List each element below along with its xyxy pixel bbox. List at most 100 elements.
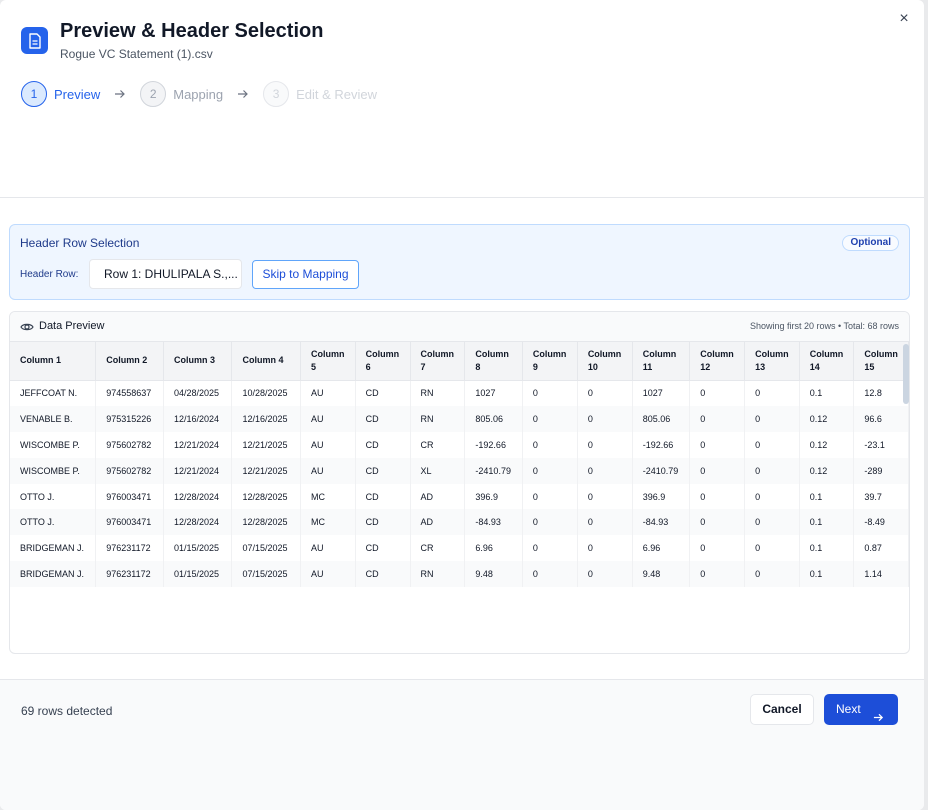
table-cell: OTTO J. — [10, 483, 97, 510]
table-cell: 0 — [522, 457, 578, 484]
header-row-select[interactable]: Row 1: DHULIPALA S.,... — [89, 259, 242, 289]
table-cell: AU — [300, 561, 356, 588]
table-cell: 396.9 — [464, 483, 523, 510]
column-header[interactable]: Column 6 — [355, 342, 411, 381]
table-cell: -2410.79 — [632, 457, 691, 484]
data-preview-title: Data Preview — [39, 320, 105, 332]
column-header[interactable]: Column 14 — [799, 342, 855, 381]
table-cell: 0 — [577, 535, 633, 562]
optional-badge: Optional — [842, 235, 899, 251]
table-cell: 0 — [522, 561, 578, 588]
table-cell: CD — [355, 431, 411, 458]
column-header[interactable]: Column 15 — [853, 342, 909, 381]
table-row[interactable]: BRIDGEMAN J. 976231172 01/15/2025 07/15/202… — [10, 561, 909, 588]
table-cell: 12/21/2025 — [231, 457, 301, 484]
table-cell: -84.93 — [632, 509, 691, 536]
table-cell: RN — [410, 405, 466, 432]
table-row[interactable]: WISCOMBE P. 975602782 12/21/2024 12/21/2025… — [10, 457, 909, 484]
arrow-right-icon — [873, 704, 884, 722]
table-body: JEFFCOAT N. 974558637 04/28/2025 10/28/2025… — [10, 380, 909, 588]
table-cell: XL — [410, 457, 466, 484]
step-1-label[interactable]: Preview — [54, 87, 100, 102]
arrow-right-icon — [237, 88, 249, 100]
table-cell: CD — [355, 561, 411, 588]
table-cell: 0 — [577, 405, 633, 432]
table-cell: 0 — [744, 509, 800, 536]
table-cell: 976003471 — [95, 509, 164, 536]
table-cell: 0 — [522, 431, 578, 458]
table-cell: 6.96 — [632, 535, 691, 562]
table-cell: WISCOMBE P. — [10, 431, 97, 458]
table-cell: 0 — [689, 535, 746, 562]
table-cell: 975602782 — [95, 457, 164, 484]
step-3-number[interactable]: 3 — [263, 81, 290, 107]
table-row[interactable]: OTTO J. 976003471 12/28/2024 12/28/2025 MC CD… — [10, 483, 909, 510]
header-row-selection-panel: Header Row Selection Optional Header Row… — [9, 224, 910, 300]
step-2-label[interactable]: Mapping — [173, 87, 223, 102]
close-icon[interactable]: × — [896, 11, 912, 27]
eye-icon — [20, 320, 34, 334]
table-cell: 1.14 — [853, 561, 909, 588]
table-row[interactable]: JEFFCOAT N. 974558637 04/28/2025 10/28/2025… — [10, 380, 909, 406]
horizontal-scrollbar[interactable] — [903, 344, 909, 404]
table-cell: 0 — [744, 561, 800, 588]
preview-table-container[interactable]: Column 1 Column 2 Column 3 Column 4 Column 5… — [10, 342, 909, 653]
file-name: Rogue VC Statement (1).csv — [60, 47, 213, 61]
table-row[interactable]: VENABLE B. 975315226 12/16/2024 12/16/2025 A… — [10, 405, 909, 432]
table-cell: 0 — [689, 561, 746, 588]
step-2-number[interactable]: 2 — [140, 81, 167, 107]
table-cell: 805.06 — [632, 405, 691, 432]
table-cell: JEFFCOAT N. — [10, 380, 97, 406]
column-header[interactable]: Column 13 — [744, 342, 800, 381]
table-row[interactable]: BRIDGEMAN J. 976231172 01/15/2025 07/15/202… — [10, 535, 909, 562]
table-cell: AU — [300, 457, 356, 484]
data-preview-panel: Data Preview Showing first 20 rows • Tot… — [9, 311, 910, 654]
step-3-label[interactable]: Edit & Review — [296, 87, 377, 102]
table-cell: RN — [410, 380, 466, 406]
table-cell: BRIDGEMAN J. — [10, 535, 97, 562]
table-cell: 0 — [744, 483, 800, 510]
table-cell: 04/28/2025 — [163, 380, 233, 406]
column-header[interactable]: Column 7 — [410, 342, 466, 381]
column-header[interactable]: Column 10 — [577, 342, 633, 381]
table-cell: AD — [410, 509, 466, 536]
table-cell: 12/16/2024 — [163, 405, 233, 432]
table-cell: 0 — [522, 509, 578, 536]
table-cell: -2410.79 — [464, 457, 523, 484]
table-cell: AU — [300, 431, 356, 458]
table-cell: RN — [410, 561, 466, 588]
table-cell: 0 — [522, 535, 578, 562]
table-cell: CD — [355, 509, 411, 536]
step-1-number[interactable]: 1 — [21, 81, 47, 107]
table-row[interactable]: OTTO J. 976003471 12/28/2024 12/28/2025 MC CD… — [10, 509, 909, 536]
table-cell: 12/28/2025 — [231, 483, 301, 510]
panel-title: Header Row Selection — [20, 236, 140, 250]
next-button[interactable]: Next — [824, 694, 898, 725]
table-cell: CD — [355, 457, 411, 484]
column-header[interactable]: Column 3 — [163, 342, 233, 381]
table-cell: -84.93 — [464, 509, 523, 536]
column-header[interactable]: Column 11 — [632, 342, 691, 381]
column-header[interactable]: Column 5 — [300, 342, 356, 381]
column-header[interactable]: Column 9 — [522, 342, 578, 381]
table-cell: 0 — [744, 431, 800, 458]
column-header[interactable]: Column 12 — [689, 342, 746, 381]
table-cell: 0 — [522, 483, 578, 510]
skip-to-mapping-button[interactable]: Skip to Mapping — [252, 260, 359, 289]
table-cell: MC — [300, 509, 356, 536]
rows-detected-text: 69 rows detected — [21, 704, 113, 718]
column-header[interactable]: Column 2 — [95, 342, 164, 381]
table-cell: 0 — [577, 509, 633, 536]
table-cell: AU — [300, 380, 356, 406]
column-header[interactable]: Column 4 — [231, 342, 301, 381]
table-row[interactable]: WISCOMBE P. 975602782 12/21/2024 12/21/2025… — [10, 431, 909, 458]
table-cell: 96.6 — [853, 405, 909, 432]
table-cell: 0 — [689, 483, 746, 510]
header-row-label: Header Row: — [20, 269, 79, 280]
column-header[interactable]: Column 1 — [10, 342, 97, 381]
arrow-right-icon — [114, 88, 126, 100]
table-cell: 0 — [744, 535, 800, 562]
column-header[interactable]: Column 8 — [464, 342, 523, 381]
cancel-button[interactable]: Cancel — [750, 694, 814, 725]
table-cell: OTTO J. — [10, 509, 97, 536]
